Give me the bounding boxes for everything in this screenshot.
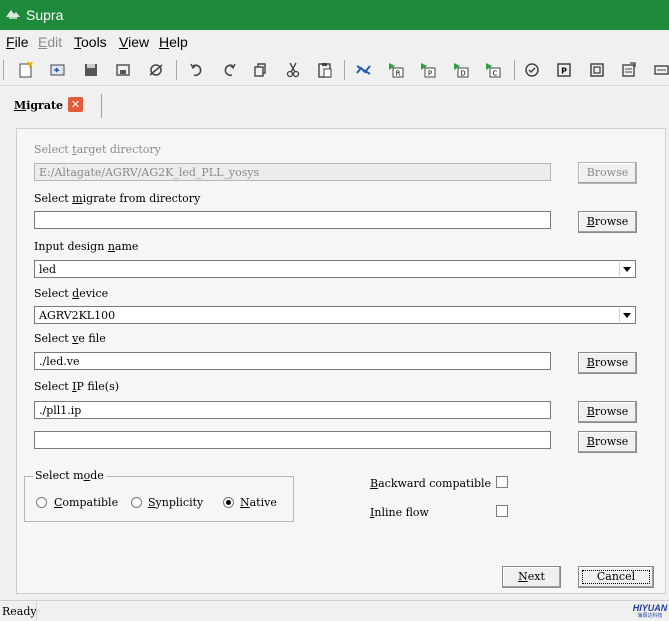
menu-edit[interactable]: Edit [38, 34, 62, 50]
design-name-combo[interactable]: led [34, 260, 636, 278]
device-label: Select device [34, 287, 109, 300]
copy-icon[interactable] [249, 59, 271, 81]
close-icon[interactable]: ✕ [68, 97, 83, 112]
design-name-label: Input design name [34, 240, 139, 253]
ip-file-field-1[interactable]: ./pll1.ip [34, 401, 551, 419]
select-mode-title: Select mode [33, 469, 106, 482]
report-icon[interactable] [618, 59, 640, 81]
browse-ip-button-2[interactable]: Browse [578, 431, 637, 453]
svg-text:C: C [493, 70, 498, 78]
redo-icon[interactable] [218, 59, 240, 81]
browse-migrate-button[interactable]: Browse [578, 211, 637, 233]
device-combo[interactable]: AGRV2KL100 [34, 306, 636, 324]
cut-icon[interactable] [282, 59, 304, 81]
chevron-down-icon[interactable] [619, 262, 634, 276]
inline-flow-checkbox[interactable] [496, 505, 508, 517]
tab-migrate-label: Migrate [14, 99, 64, 112]
open-file-icon[interactable] [47, 59, 69, 81]
browse-ve-button[interactable]: Browse [578, 352, 637, 374]
run-c-icon[interactable]: C [482, 59, 504, 81]
toolbar: R P D C P [0, 55, 669, 86]
radio-compatible-label[interactable]: Compatible [54, 496, 118, 509]
svg-text:D: D [460, 70, 465, 78]
status-separator [36, 602, 37, 620]
cancel-button[interactable]: Cancel [578, 566, 654, 588]
print-icon[interactable] [145, 59, 167, 81]
status-text: Ready [2, 605, 37, 618]
toolbar-separator [344, 60, 345, 80]
target-dir-label: Select target directory [34, 143, 161, 156]
undo-icon[interactable] [186, 59, 208, 81]
status-bar: Ready HIYUAN 海辰达科技 [0, 600, 669, 621]
ve-file-field[interactable]: ./led.ve [34, 352, 551, 370]
chevron-down-icon[interactable] [619, 308, 634, 322]
ip-files-label: Select IP file(s) [34, 380, 120, 393]
backward-compatible-label[interactable]: Backward compatible [370, 477, 491, 490]
inline-flow-label[interactable]: Inline flow [370, 506, 429, 519]
toolbar-grip [3, 60, 7, 80]
svg-text:P: P [561, 67, 567, 76]
svg-text:P: P [428, 70, 432, 78]
menu-view[interactable]: View [119, 34, 149, 50]
browse-ip-button-1[interactable]: Browse [578, 401, 637, 423]
radio-compatible[interactable] [36, 497, 47, 508]
migrate-from-field[interactable] [34, 211, 551, 229]
target-dir-field: E:/Altagate/AGRV/AG2K_led_PLL_yosys [34, 163, 551, 181]
run-d-icon[interactable]: D [450, 59, 472, 81]
ip-file-field-2[interactable] [34, 431, 551, 449]
menu-bar: File Edit Tools View Help [0, 31, 669, 53]
migrate-from-label: Select migrate from directory [34, 192, 201, 205]
svg-text:R: R [396, 70, 401, 78]
next-button[interactable]: Next [502, 566, 561, 588]
radio-synplicity-label[interactable]: Synplicity [148, 496, 203, 509]
radio-native-label[interactable]: Native [240, 496, 277, 509]
toolbar-separator [514, 60, 515, 80]
menu-file[interactable]: File [6, 34, 29, 50]
tool-p-icon[interactable]: P [553, 59, 575, 81]
menu-help[interactable]: Help [159, 34, 188, 50]
title-bar: Supra [0, 0, 669, 30]
paste-icon[interactable] [314, 59, 336, 81]
tab-separator [101, 94, 102, 118]
save-icon[interactable] [80, 59, 102, 81]
check-icon[interactable] [521, 59, 543, 81]
browse-target-button: Browse [578, 162, 637, 184]
app-logo-icon [6, 10, 20, 19]
new-file-icon[interactable] [15, 59, 37, 81]
save-all-icon[interactable] [112, 59, 134, 81]
radio-native[interactable] [223, 497, 234, 508]
backward-compatible-checkbox[interactable] [496, 476, 508, 488]
more-icon[interactable] [650, 59, 669, 81]
tool-d-icon[interactable] [586, 59, 608, 81]
run-icon[interactable] [353, 59, 375, 81]
toolbar-separator [176, 60, 177, 80]
run-p-icon[interactable]: P [417, 59, 439, 81]
window-title: Supra [26, 7, 64, 23]
menu-tools[interactable]: Tools [74, 34, 107, 50]
run-r-icon[interactable]: R [385, 59, 407, 81]
radio-synplicity[interactable] [131, 497, 142, 508]
vendor-logo: HIYUAN 海辰达科技 [632, 603, 668, 619]
ve-file-label: Select ve file [34, 332, 106, 345]
